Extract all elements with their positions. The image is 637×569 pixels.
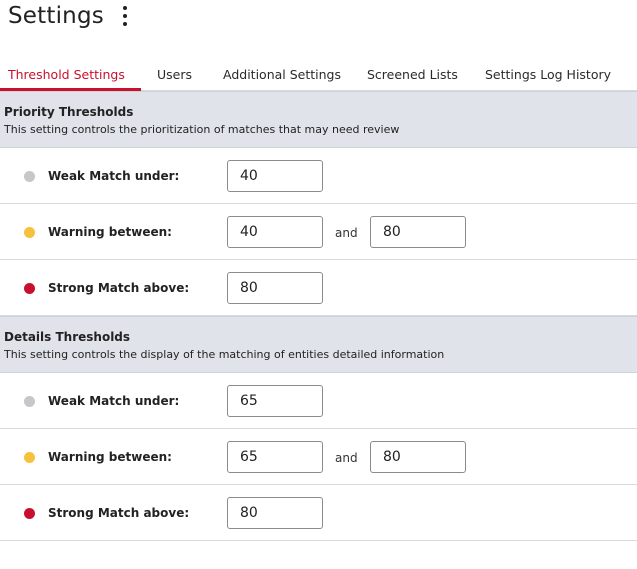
red-circle-icon bbox=[24, 508, 35, 519]
row-label: Warning between: bbox=[48, 225, 172, 239]
tab-bar: Threshold Settings Users Additional Sett… bbox=[0, 60, 637, 91]
weak-match-input[interactable] bbox=[227, 385, 323, 417]
row-label: Weak Match under: bbox=[48, 394, 180, 408]
threshold-row-weak: Weak Match under: bbox=[0, 373, 637, 429]
threshold-row-strong: Strong Match above: bbox=[0, 260, 637, 316]
warning-min-input[interactable] bbox=[227, 216, 323, 248]
section-title: Priority Thresholds bbox=[4, 105, 134, 119]
section-header-details-thresholds: Details Thresholds This setting controls… bbox=[0, 316, 637, 373]
warning-max-input[interactable] bbox=[370, 216, 466, 248]
tab-threshold-settings[interactable]: Threshold Settings bbox=[8, 60, 125, 90]
threshold-row-warning: Warning between: and bbox=[0, 204, 637, 260]
threshold-row-warning: Warning between: and bbox=[0, 429, 637, 485]
row-label: Weak Match under: bbox=[48, 169, 180, 183]
strong-match-input[interactable] bbox=[227, 497, 323, 529]
tab-screened-lists[interactable]: Screened Lists bbox=[367, 60, 458, 90]
yellow-circle-icon bbox=[24, 227, 35, 238]
tab-users[interactable]: Users bbox=[157, 60, 192, 90]
strong-match-input[interactable] bbox=[227, 272, 323, 304]
page-title: Settings bbox=[8, 3, 104, 29]
gray-circle-icon bbox=[24, 396, 35, 407]
kebab-vertical-icon[interactable] bbox=[119, 6, 131, 26]
row-label: Strong Match above: bbox=[48, 281, 190, 295]
red-circle-icon bbox=[24, 283, 35, 294]
section-description: This setting controls the prioritization… bbox=[4, 123, 400, 136]
threshold-row-strong: Strong Match above: bbox=[0, 485, 637, 541]
and-label: and bbox=[335, 451, 358, 465]
section-description: This setting controls the display of the… bbox=[4, 348, 445, 361]
yellow-circle-icon bbox=[24, 452, 35, 463]
row-label: Warning between: bbox=[48, 450, 172, 464]
tab-additional-settings[interactable]: Additional Settings bbox=[223, 60, 341, 90]
and-label: and bbox=[335, 226, 358, 240]
warning-max-input[interactable] bbox=[370, 441, 466, 473]
weak-match-input[interactable] bbox=[227, 160, 323, 192]
warning-min-input[interactable] bbox=[227, 441, 323, 473]
row-label: Strong Match above: bbox=[48, 506, 190, 520]
section-header-priority-thresholds: Priority Thresholds This setting control… bbox=[0, 91, 637, 148]
threshold-row-weak: Weak Match under: bbox=[0, 148, 637, 204]
page-header: Settings bbox=[0, 0, 637, 40]
section-title: Details Thresholds bbox=[4, 330, 131, 344]
gray-circle-icon bbox=[24, 171, 35, 182]
tab-settings-log-history[interactable]: Settings Log History bbox=[485, 60, 611, 90]
